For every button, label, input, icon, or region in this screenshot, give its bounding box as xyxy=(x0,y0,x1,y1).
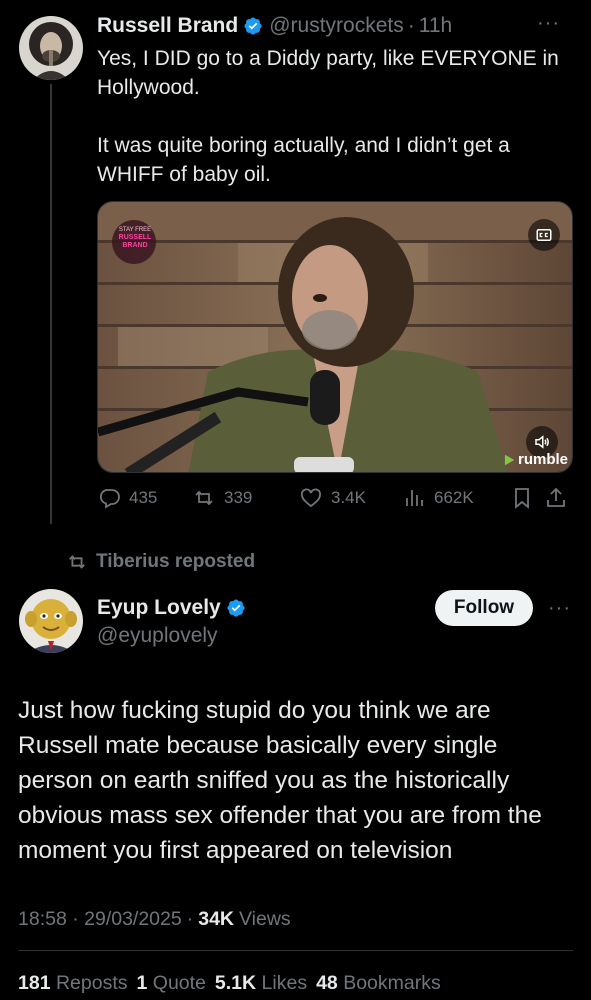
follow-button[interactable]: Follow xyxy=(435,590,533,626)
author-name[interactable]: Russell Brand xyxy=(97,14,238,38)
bookmarks-label: Bookmarks xyxy=(343,972,441,994)
quotes-count: 1 xyxy=(136,972,148,994)
thread-connector-line xyxy=(50,84,52,524)
more-options-icon[interactable]: ··· xyxy=(537,12,560,35)
quotes-stat[interactable]: 1 Quote xyxy=(137,972,206,995)
reposts-label: Reposts xyxy=(55,972,128,994)
reposts-count: 181 xyxy=(18,972,51,994)
bookmarks-count: 48 xyxy=(316,972,338,994)
avatar-russell-brand[interactable] xyxy=(19,16,83,80)
likes-stat[interactable]: 5.1K Likes xyxy=(215,972,307,995)
speaker-icon xyxy=(535,435,549,449)
likes-label: Likes xyxy=(261,972,308,994)
quotes-label: Quote xyxy=(152,972,206,994)
like-count: 3.4K xyxy=(331,488,366,507)
logo-tagline: STAY FREE xyxy=(118,227,152,233)
tweet-text: Yes, I DID go to a Diddy party, like EVE… xyxy=(97,47,559,186)
repost-count: 339 xyxy=(224,488,253,507)
share-icon xyxy=(547,487,565,507)
main-tweet-author: Eyup Lovely xyxy=(97,596,246,620)
verified-badge-icon xyxy=(244,17,262,35)
views-count: 662K xyxy=(434,488,474,507)
repost-icon xyxy=(195,490,213,506)
views-button[interactable]: 662K xyxy=(402,486,510,510)
like-button[interactable]: 3.4K xyxy=(299,486,402,510)
channel-logo: STAY FREE RUSSELL BRAND xyxy=(114,226,156,250)
repost-banner[interactable]: Tiberius reposted xyxy=(66,551,255,573)
rumble-label: rumble xyxy=(517,451,568,468)
tweet-meta: 18:58 · 29/03/2025 · 34K Views xyxy=(18,908,291,931)
separator-dot: · xyxy=(407,14,415,37)
author-handle[interactable]: @eyuplovely xyxy=(97,624,218,648)
reply-button[interactable]: 435 xyxy=(97,486,192,510)
captions-button[interactable] xyxy=(528,219,560,251)
tweet-header: Russell Brand @rustyrockets · 11h xyxy=(97,14,452,38)
tweet-timestamp[interactable]: 18:58 · 29/03/2025 xyxy=(18,908,182,931)
video-media[interactable]: STAY FREE RUSSELL BRAND rumble xyxy=(97,201,573,473)
author-handle[interactable]: @rustyrockets xyxy=(269,14,404,38)
rumble-play-icon xyxy=(504,454,515,465)
separator-dot: · xyxy=(186,908,194,930)
author-name[interactable]: Eyup Lovely xyxy=(97,596,221,620)
tweet-stats: 181 Reposts 1 Quote 5.1K Likes 48 Bookma… xyxy=(18,972,450,995)
captions-icon xyxy=(536,229,552,241)
share-button[interactable] xyxy=(544,486,568,510)
heart-icon xyxy=(301,488,321,508)
logo-title: RUSSELL BRAND xyxy=(118,234,152,249)
repost-banner-text: Tiberius reposted xyxy=(96,551,256,572)
views-chart-icon xyxy=(406,490,423,506)
repost-icon xyxy=(69,555,85,569)
verified-badge-icon xyxy=(227,599,245,617)
avatar-eyup-lovely[interactable] xyxy=(19,589,83,653)
likes-count: 5.1K xyxy=(214,972,257,994)
bookmark-icon xyxy=(515,488,529,509)
more-options-icon[interactable]: ··· xyxy=(548,597,571,620)
views-count: 34K xyxy=(198,908,235,930)
views-label: Views xyxy=(239,908,291,930)
reply-count: 435 xyxy=(129,488,158,507)
reposts-stat[interactable]: 181 Reposts xyxy=(18,972,128,995)
rumble-badge: rumble xyxy=(502,451,568,468)
tweet-time[interactable]: 11h xyxy=(419,14,452,38)
tweet-actions: 435 339 3.4K 662K xyxy=(97,486,577,510)
main-tweet-text: Just how fucking stupid do you think we … xyxy=(18,697,542,864)
reply-icon xyxy=(100,489,120,509)
repost-button[interactable]: 339 xyxy=(192,486,299,510)
bookmarks-stat[interactable]: 48 Bookmarks xyxy=(316,972,441,995)
divider xyxy=(18,950,573,951)
bookmark-button[interactable] xyxy=(510,486,544,510)
